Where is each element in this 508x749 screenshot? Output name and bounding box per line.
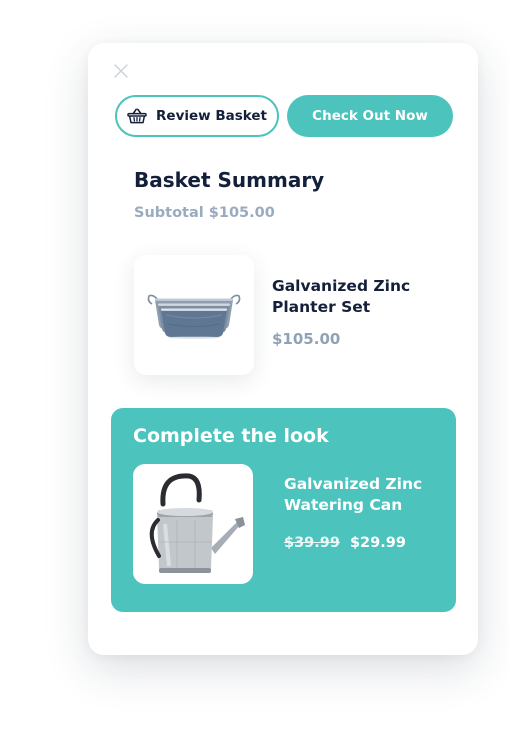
complete-the-look-panel: Complete the look Galvanized Zinc Wateri… xyxy=(111,408,456,612)
checkout-button[interactable]: Check Out Now xyxy=(287,95,453,137)
planter-set-image xyxy=(147,294,241,339)
complete-the-look-title: Complete the look xyxy=(133,425,329,447)
basket-summary-title: Basket Summary xyxy=(134,168,325,192)
basket-icon xyxy=(127,108,147,124)
subtotal-text: Subtotal $105.00 xyxy=(134,205,275,221)
page: Review Basket Check Out Now Basket Summa… xyxy=(0,0,508,749)
watering-can-image xyxy=(149,473,245,573)
planter-set-thumbnail[interactable] xyxy=(134,255,254,375)
upsell-sale-price: $29.99 xyxy=(349,535,406,551)
basket-item-name: Galvanized Zinc Planter Set xyxy=(272,277,411,316)
checkout-label: Check Out Now xyxy=(312,108,428,124)
upsell-product-name[interactable]: Galvanized Zinc Watering Can xyxy=(284,474,444,516)
close-icon xyxy=(114,64,128,78)
basket-item-price: $105.00 xyxy=(272,330,341,348)
upsell-price-group: $39.99 $29.99 xyxy=(284,532,406,551)
review-basket-button[interactable]: Review Basket xyxy=(115,95,279,137)
close-button[interactable] xyxy=(114,64,128,78)
upsell-original-price: $39.99 xyxy=(284,535,340,551)
watering-can-thumbnail[interactable] xyxy=(133,464,253,584)
review-basket-label: Review Basket xyxy=(156,108,267,124)
